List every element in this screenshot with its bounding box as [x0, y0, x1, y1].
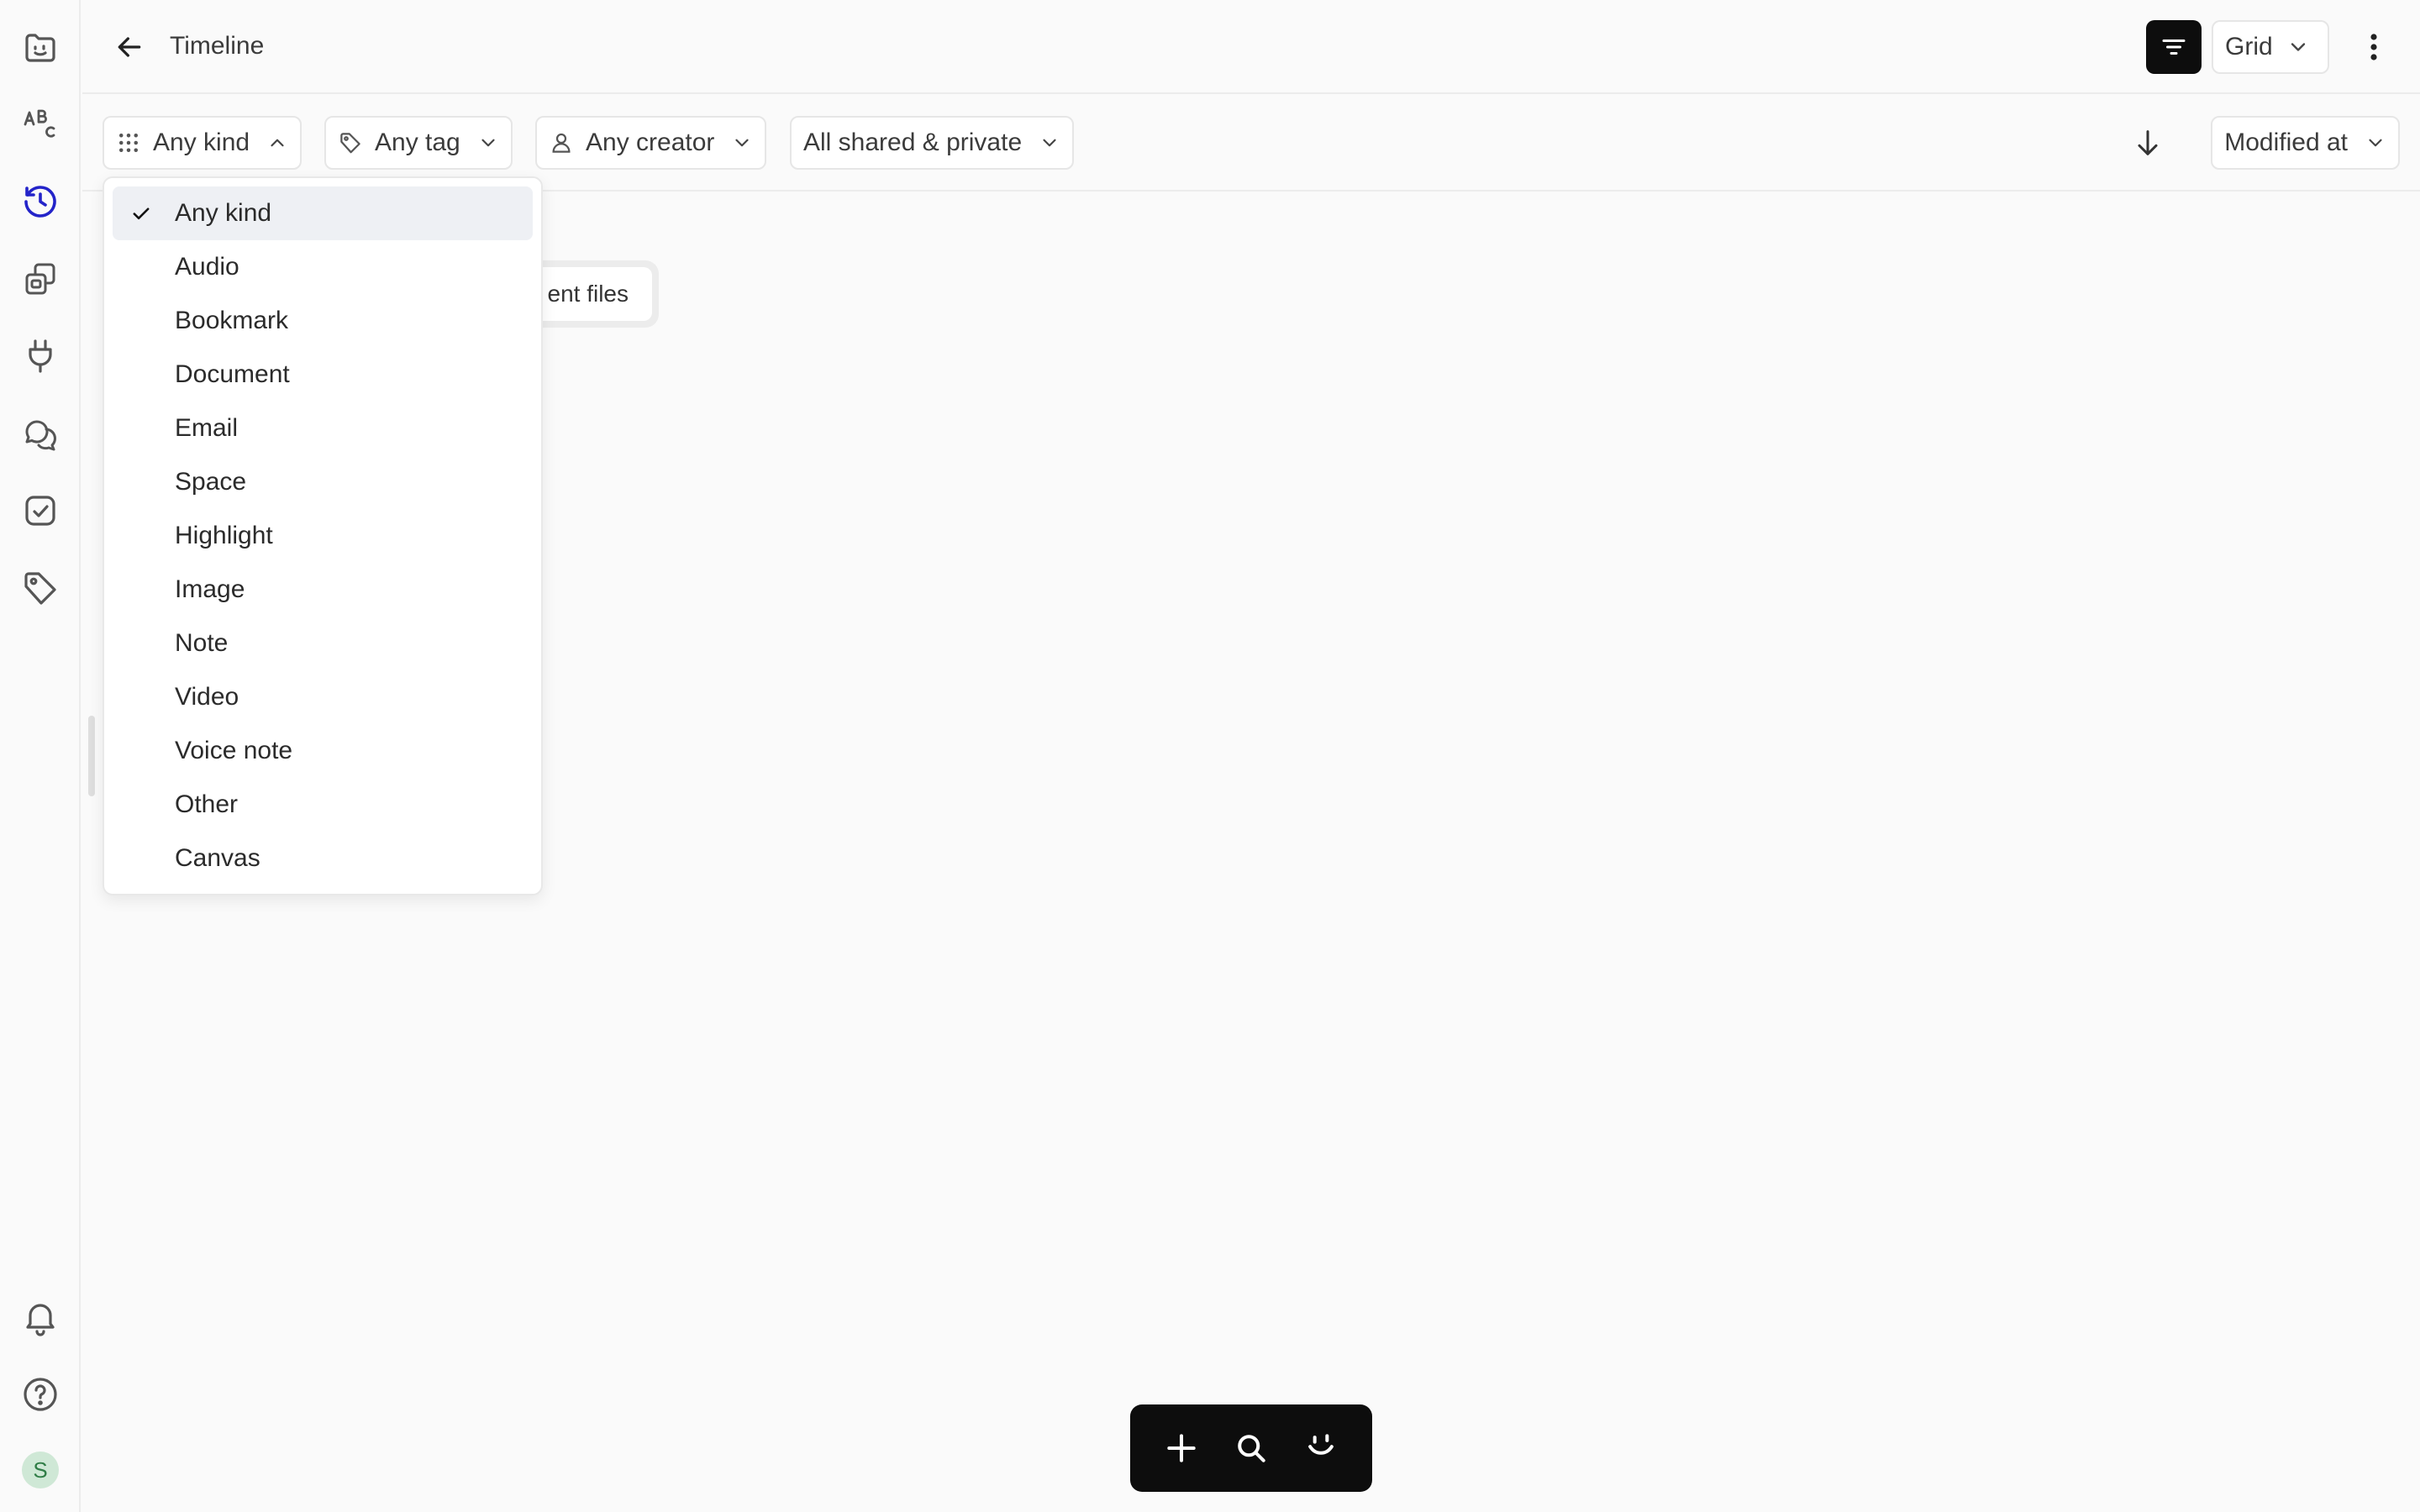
- arrow-down-icon: [2138, 130, 2158, 155]
- sort-by-dropdown[interactable]: Modified at: [2211, 116, 2400, 170]
- chat-icon[interactable]: [17, 410, 64, 457]
- timeline-clock-icon[interactable]: [17, 178, 64, 225]
- visibility-filter-label: All shared & private: [803, 129, 1023, 156]
- tag-filter-dropdown[interactable]: Any tag: [324, 116, 513, 170]
- filter-toggle-button[interactable]: [2146, 20, 2202, 74]
- view-mode-label: Grid: [2225, 33, 2273, 60]
- kind-option-label: Bookmark: [175, 307, 289, 334]
- filter-lines-icon: [2162, 39, 2186, 55]
- bell-icon[interactable]: [17, 1294, 64, 1341]
- chevron-down-icon: [735, 139, 749, 147]
- kind-filter-label: Any kind: [153, 129, 250, 156]
- spaces-icon[interactable]: [17, 255, 64, 302]
- visibility-filter-dropdown[interactable]: All shared & private: [790, 116, 1075, 170]
- kind-filter-dropdown[interactable]: Any kind: [103, 116, 302, 170]
- logo-face-icon[interactable]: [17, 24, 64, 71]
- chevron-down-icon: [481, 139, 495, 147]
- grid-dots-icon: [119, 134, 138, 152]
- back-button[interactable]: [108, 25, 151, 69]
- tag-filter-label: Any tag: [375, 129, 460, 156]
- chevron-down-icon: [2291, 43, 2305, 51]
- kind-option-label: Any kind: [175, 199, 272, 227]
- kind-option-label: Other: [175, 790, 239, 818]
- kind-option-document[interactable]: Document: [113, 348, 533, 402]
- kind-option-label: Space: [175, 468, 247, 496]
- more-options-button[interactable]: [2353, 25, 2395, 69]
- kind-option-label: Audio: [175, 253, 239, 281]
- sidebar-resize-handle[interactable]: [88, 716, 95, 796]
- kind-option-image[interactable]: Image: [113, 563, 533, 617]
- assistant-face-icon: [1307, 1434, 1334, 1455]
- creator-filter-label: Any creator: [586, 129, 715, 156]
- kind-option-any-kind[interactable]: Any kind: [113, 186, 533, 240]
- sort-direction-button[interactable]: [2124, 119, 2171, 166]
- vertical-dots-icon: [2370, 34, 2377, 60]
- app-window: S Timeline Grid Any kind Any tag Any cre…: [0, 0, 2420, 1512]
- kind-option-label: Highlight: [175, 522, 273, 549]
- kind-option-label: Voice note: [175, 737, 293, 764]
- creator-filter-dropdown[interactable]: Any creator: [535, 116, 767, 170]
- kind-option-label: Email: [175, 414, 239, 442]
- arrow-left-icon: [118, 37, 141, 57]
- kind-option-other[interactable]: Other: [113, 778, 533, 832]
- checkmark-icon: [133, 207, 150, 220]
- chevron-down-icon: [2369, 139, 2382, 147]
- plug-icon[interactable]: [17, 333, 64, 380]
- tag-icon: [340, 133, 360, 154]
- kind-option-label: Note: [175, 629, 229, 657]
- user-icon: [552, 133, 571, 153]
- page-header: Timeline Grid: [82, 0, 2420, 94]
- tasks-check-icon[interactable]: [17, 487, 64, 534]
- kind-option-label: Video: [175, 683, 239, 711]
- kind-option-audio[interactable]: Audio: [113, 240, 533, 294]
- kind-option-label: Document: [175, 360, 290, 388]
- kind-option-video[interactable]: Video: [113, 670, 533, 724]
- left-rail: S: [0, 0, 81, 1512]
- spellcheck-icon[interactable]: [17, 101, 64, 148]
- tag-icon[interactable]: [17, 564, 64, 612]
- chevron-up-icon: [271, 139, 284, 147]
- kind-option-note[interactable]: Note: [113, 617, 533, 670]
- kind-option-space[interactable]: Space: [113, 455, 533, 509]
- search-icon: [1238, 1435, 1265, 1462]
- add-button[interactable]: [1155, 1421, 1208, 1475]
- assistant-button[interactable]: [1294, 1421, 1348, 1475]
- chevron-down-icon: [1043, 139, 1056, 147]
- bottom-action-dock: [1130, 1404, 1372, 1492]
- kind-option-label: Image: [175, 575, 245, 603]
- kind-dropdown-menu: Any kind Audio Bookmark Document Email S…: [103, 176, 543, 895]
- view-mode-select[interactable]: Grid: [2212, 20, 2329, 74]
- search-button[interactable]: [1224, 1421, 1278, 1475]
- kind-option-label: Canvas: [175, 844, 260, 872]
- page-title: Timeline: [170, 32, 265, 60]
- kind-option-bookmark[interactable]: Bookmark: [113, 294, 533, 348]
- sort-by-label: Modified at: [2224, 129, 2348, 156]
- kind-option-voice-note[interactable]: Voice note: [113, 724, 533, 778]
- plus-icon: [1167, 1434, 1197, 1462]
- user-avatar[interactable]: S: [22, 1452, 59, 1488]
- kind-option-highlight[interactable]: Highlight: [113, 509, 533, 563]
- kind-option-email[interactable]: Email: [113, 402, 533, 455]
- kind-option-canvas[interactable]: Canvas: [113, 832, 533, 885]
- help-icon[interactable]: [17, 1371, 64, 1418]
